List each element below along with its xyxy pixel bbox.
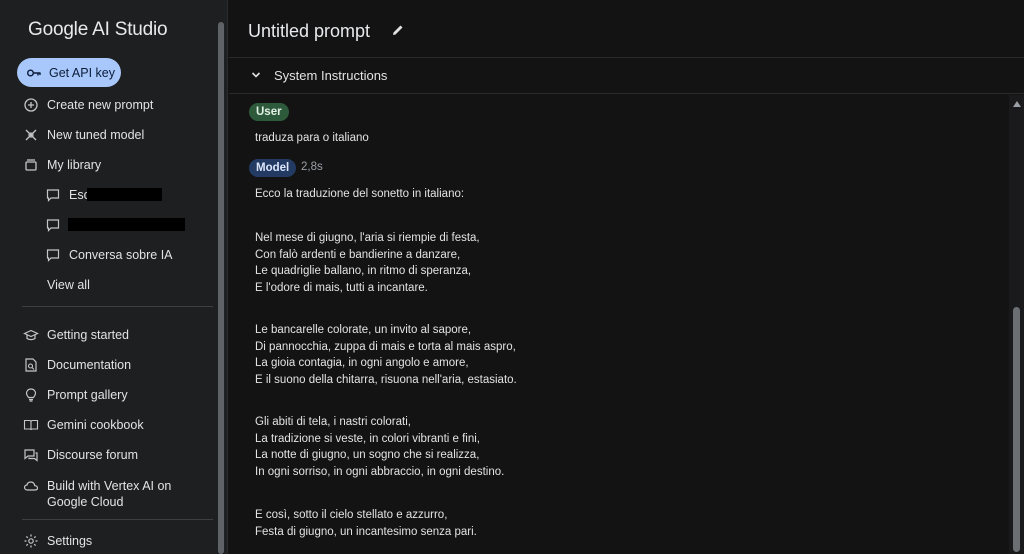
model-response-line: Con falò ardenti e bandierine a danzare,: [255, 249, 461, 261]
model-response-line: Gli abiti di tela, i nastri colorati,: [255, 416, 411, 428]
redaction-bar: [87, 188, 162, 201]
create-new-prompt-item[interactable]: Create new prompt: [23, 96, 153, 114]
view-all-link[interactable]: View all: [47, 276, 90, 294]
main-panel: Untitled prompt System Instructions User…: [229, 0, 1024, 554]
get-api-key-label: Get API key: [49, 65, 116, 80]
vertex-ai-label-line1: Build with Vertex AI on: [47, 479, 172, 493]
model-response-line: E l'odore di mais, tutti a incantare.: [255, 282, 428, 294]
vertex-ai-item[interactable]: Build with Vertex AI on Google Cloud: [23, 478, 171, 512]
model-response-line: In ogni sorriso, in ogni abbraccio, in o…: [255, 466, 505, 478]
settings-item[interactable]: Settings: [23, 532, 92, 550]
app-brand: Google AI Studio: [28, 19, 168, 40]
prompt-title[interactable]: Untitled prompt: [248, 21, 370, 42]
view-all-label: View all: [47, 278, 90, 292]
create-new-prompt-label: Create new prompt: [47, 98, 154, 112]
prompt-gallery-item[interactable]: Prompt gallery: [23, 386, 128, 404]
prompt-header: Untitled prompt: [229, 0, 1024, 58]
chat-icon: [46, 249, 60, 262]
system-instructions-bar[interactable]: System Instructions: [229, 58, 1024, 94]
pencil-icon[interactable]: [391, 23, 405, 37]
sidebar: Google AI Studio Get API key Create new …: [0, 0, 228, 554]
getting-started-label: Getting started: [47, 328, 129, 342]
sidebar-divider: [22, 519, 213, 520]
sidebar-divider: [22, 306, 213, 307]
sidebar-scrollbar-thumb[interactable]: [218, 22, 224, 554]
model-response-line: Nel mese di giugno, l'aria si riempie di…: [255, 232, 480, 244]
model-response-line: E il suono della chitarra, risuona nell'…: [255, 374, 517, 386]
gemini-cookbook-item[interactable]: Gemini cookbook: [23, 416, 144, 434]
chat-icon: [46, 189, 60, 202]
library-item[interactable]: [45, 216, 69, 234]
my-library-label: My library: [47, 158, 102, 172]
new-tuned-model-item[interactable]: New tuned model: [23, 126, 144, 144]
documentation-label: Documentation: [47, 358, 132, 372]
model-response-line: La tradizione si veste, in colori vibran…: [255, 433, 480, 445]
key-icon: [27, 68, 41, 76]
user-role-chip: User: [249, 103, 289, 121]
model-role-chip: Model: [249, 159, 297, 177]
model-response-time: 2,8s: [301, 161, 323, 173]
model-response-line: Ecco la traduzione del sonetto in italia…: [255, 188, 465, 200]
gemini-cookbook-label: Gemini cookbook: [47, 418, 144, 432]
chat-icon: [46, 219, 60, 232]
tune-icon: [25, 129, 37, 141]
model-response-line: La notte di giugno, un sogno che si real…: [255, 449, 480, 461]
library-icon: [25, 159, 37, 171]
get-api-key-button[interactable]: Get API key: [17, 58, 121, 87]
settings-label: Settings: [47, 534, 93, 548]
graduation-cap-icon: [23, 329, 39, 341]
getting-started-item[interactable]: Getting started: [23, 326, 129, 344]
library-item[interactable]: Conversa sobre IA: [45, 246, 173, 264]
chat-area: User traduza para o italiano Model 2,8s …: [229, 95, 1009, 554]
model-response-line: Festa di giugno, un incantesimo senza pa…: [255, 526, 477, 538]
new-tuned-model-label: New tuned model: [47, 128, 145, 142]
discourse-forum-item[interactable]: Discourse forum: [23, 446, 138, 464]
add-circle-icon: [24, 98, 38, 112]
model-response-line: Di pannocchia, zuppa di mais e torta al …: [255, 341, 516, 353]
documentation-item[interactable]: Documentation: [23, 356, 131, 374]
vertex-ai-label-line2: Google Cloud: [47, 495, 124, 509]
my-library-item[interactable]: My library: [23, 156, 101, 174]
prompt-gallery-label: Prompt gallery: [47, 388, 128, 402]
redaction-bar: [68, 218, 185, 231]
library-item-label: Conversa sobre IA: [69, 248, 173, 262]
gear-icon: [24, 534, 38, 548]
model-response-line: La gioia contagia, in ogni angolo e amor…: [255, 357, 469, 369]
system-instructions-label: System Instructions: [274, 68, 388, 83]
scroll-up-arrow-icon[interactable]: [1013, 101, 1021, 107]
chevron-down-icon[interactable]: [250, 69, 262, 81]
model-response-line: E così, sotto il cielo stellato e azzurr…: [255, 509, 448, 521]
doc-search-icon: [25, 358, 37, 372]
book-icon: [23, 419, 39, 431]
user-message[interactable]: traduza para o italiano: [255, 132, 369, 144]
cloud-icon: [23, 481, 39, 491]
model-response-line: Le bancarelle colorate, un invito al sap…: [255, 324, 472, 336]
discourse-forum-label: Discourse forum: [47, 448, 138, 462]
chat-scrollbar-thumb[interactable]: [1013, 307, 1020, 552]
bulb-icon: [25, 388, 37, 402]
model-response-line: Le quadriglie ballano, in ritmo di spera…: [255, 265, 472, 277]
forum-icon: [24, 449, 38, 462]
